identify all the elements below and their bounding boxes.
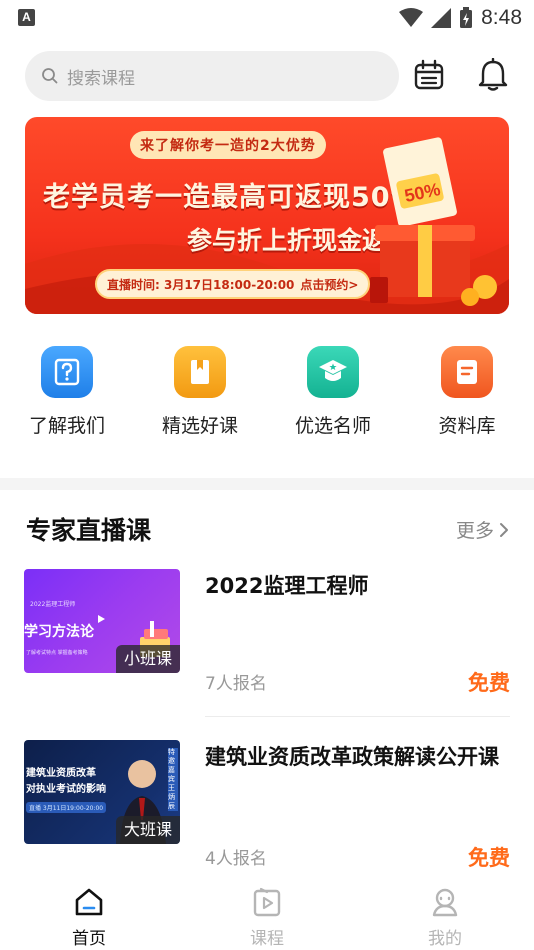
teacher-star-icon	[307, 346, 359, 398]
section-divider	[0, 478, 534, 490]
document-icon	[441, 346, 493, 398]
search-placeholder: 搜索课程	[67, 68, 135, 89]
course-item[interactable]: 2022监理工程师 学习方法论 了解考试特点 掌握备考策略 小班课 2022监理…	[0, 569, 534, 719]
tab-profile[interactable]: 我的	[385, 876, 505, 950]
quick-nav-about-us[interactable]: 了解我们	[12, 342, 122, 442]
thumb-title: 建筑业资质改革 对执业考试的影响	[26, 768, 106, 795]
status-time: 8:48	[481, 6, 522, 29]
course-price: 免费	[468, 846, 510, 870]
bell-icon[interactable]	[476, 58, 510, 92]
course-thumbnail: 建筑业资质改革 对执业考试的影响 直播 3月11日19:00-20:00 特邀嘉…	[24, 740, 180, 844]
chevron-right-icon	[500, 522, 508, 537]
more-link[interactable]: 更多	[456, 516, 510, 543]
quick-nav-label: 优选名师	[294, 415, 371, 437]
section-title: 专家直播课	[26, 516, 152, 545]
quick-nav-library[interactable]: 资料库	[412, 342, 522, 442]
quick-nav: 了解我们 精选好课 优选名师 资料库	[0, 342, 534, 442]
play-icon	[98, 615, 105, 623]
course-badge: 小班课	[115, 645, 180, 673]
calendar-icon[interactable]	[412, 58, 446, 92]
tab-label: 首页	[72, 929, 106, 949]
course-price: 免费	[468, 671, 510, 695]
banner-time-text: 直播时间: 3月17日18:00-20:00	[107, 277, 295, 292]
course-title: 2022监理工程师	[205, 574, 369, 598]
course-play-icon	[253, 887, 281, 917]
signal-icon	[431, 8, 452, 28]
quick-nav-featured-courses[interactable]: 精选好课	[145, 342, 255, 442]
quick-nav-top-teachers[interactable]: 优选名师	[278, 342, 388, 442]
tab-label: 课程	[250, 929, 284, 949]
promo-banner[interactable]: 来了解你考一造的2大优势 老学员考一造最高可返现50%! 参与折上折现金返现 直…	[25, 117, 509, 314]
tab-home[interactable]: 首页	[29, 876, 149, 950]
course-badge: 大班课	[115, 816, 180, 844]
tab-label: 我的	[428, 929, 462, 949]
banner-live-time: 直播时间: 3月17日18:00-20:00 点击预约>	[95, 269, 371, 299]
gift-box-illustration: 50%	[370, 137, 497, 306]
bottom-nav: 首页 课程 我的	[0, 876, 534, 950]
quick-nav-label: 精选好课	[161, 415, 238, 437]
status-bar: A 8:48	[0, 0, 534, 36]
course-enroll-count: 4人报名	[205, 849, 267, 869]
profile-icon	[432, 888, 458, 917]
thumb-subtitle: 直播 3月11日19:00-20:00	[26, 802, 107, 813]
quick-nav-label: 资料库	[438, 415, 496, 437]
tab-courses[interactable]: 课程	[207, 876, 327, 950]
notification-app-icon: A	[18, 9, 35, 26]
status-indicators: 8:48	[399, 4, 522, 32]
course-enroll-count: 7人报名	[205, 674, 267, 694]
course-item[interactable]: 建筑业资质改革 对执业考试的影响 直播 3月11日19:00-20:00 特邀嘉…	[0, 740, 534, 890]
thumb-small-text: 2022监理工程师	[30, 601, 76, 608]
quick-nav-label: 了解我们	[28, 415, 105, 437]
banner-top-line: 来了解你考一造的2大优势	[130, 131, 326, 159]
course-divider	[205, 716, 510, 717]
more-label: 更多	[455, 520, 494, 542]
wifi-icon	[399, 8, 424, 27]
banner-cta[interactable]: 点击预约>	[300, 276, 358, 293]
thumb-speaker-name: 特邀嘉宾 王炳辰	[168, 748, 178, 811]
course-title: 建筑业资质改革政策解读公开课	[205, 745, 499, 769]
search-input[interactable]: 搜索课程	[25, 51, 399, 101]
course-thumbnail: 2022监理工程师 学习方法论 了解考试特点 掌握备考策略 小班课	[24, 569, 180, 673]
thumb-subtitle: 了解考试特点 掌握备考策略	[26, 650, 88, 656]
search-icon	[42, 68, 58, 84]
question-doc-icon	[41, 346, 93, 398]
home-icon	[75, 888, 103, 916]
thumb-title: 学习方法论	[24, 624, 94, 640]
book-icon	[174, 346, 226, 398]
battery-icon	[460, 7, 473, 28]
